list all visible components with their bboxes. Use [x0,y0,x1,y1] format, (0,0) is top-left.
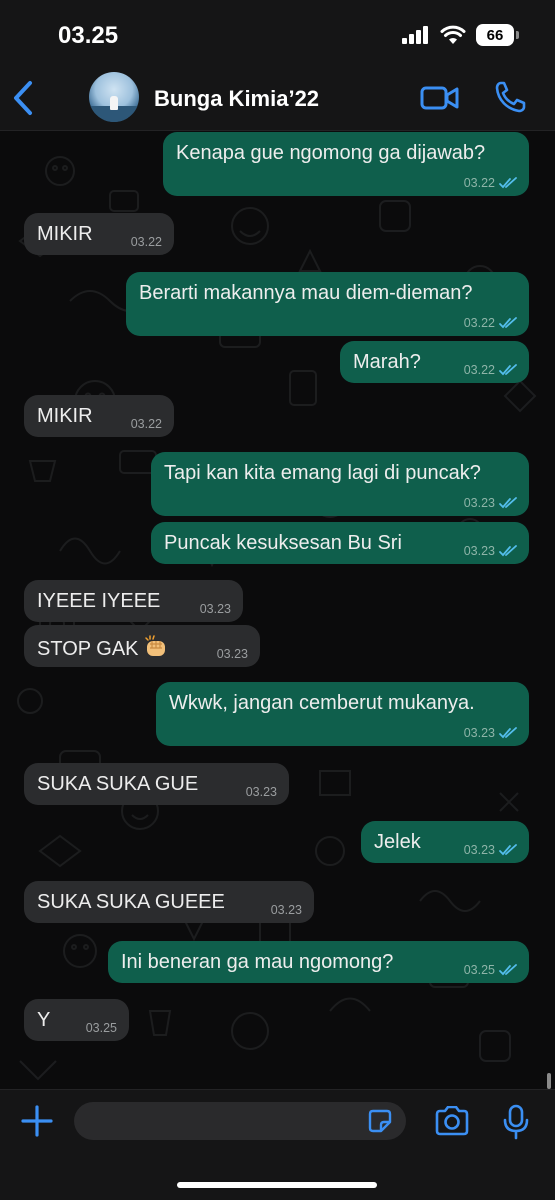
message-time: 03.23 [463,544,495,558]
message-meta: 03.22 [131,417,162,431]
message-time: 03.22 [463,363,495,377]
fist-icon [144,635,165,656]
message-text: Puncak kesuksesan Bu Sri [164,532,402,554]
message-meta: 03.23 [217,647,248,661]
outgoing-message[interactable]: Puncak kesuksesan Bu Sri 03.23 [151,522,529,564]
message-text: Tapi kan kita emang lagi di puncak? [164,462,481,484]
message-meta: 03.23 [246,785,277,799]
message-meta: 03.23 [464,726,517,740]
contact-avatar[interactable] [89,72,139,122]
video-call-icon[interactable] [420,84,460,112]
incoming-message[interactable]: MIKIR 03.22 [24,395,174,437]
back-chevron-icon[interactable] [10,78,36,118]
incoming-message[interactable]: Y 03.25 [24,999,129,1041]
message-time: 03.23 [216,647,248,661]
wifi-icon [440,25,466,44]
camera-icon[interactable] [434,1106,470,1136]
message-time: 03.22 [463,316,495,330]
message-meta: 03.22 [464,176,517,190]
message-time: 03.23 [463,843,495,857]
status-bar: 03.25 66 [0,0,555,66]
message-time: 03.23 [245,785,277,799]
signal-icon [402,26,428,44]
message-text: Y [37,1009,51,1031]
message-meta: 03.23 [271,903,302,917]
incoming-message[interactable]: MIKIR 03.22 [24,213,174,255]
read-ticks-icon [499,364,517,376]
message-meta: 03.23 [464,496,517,510]
message-text: STOP GAK [37,635,168,661]
outgoing-message[interactable]: Kenapa gue ngomong ga dijawab? 03.22 [163,132,529,196]
message-time: 03.23 [463,496,495,510]
battery-tip [516,31,519,39]
message-text: Berarti makannya mau diem-dieman? [139,282,473,304]
outgoing-message[interactable]: Tapi kan kita emang lagi di puncak? 03.23 [151,452,529,516]
message-time: 03.23 [270,903,302,917]
message-meta: 03.22 [464,316,517,330]
message-text: Kenapa gue ngomong ga dijawab? [176,142,486,164]
incoming-message[interactable]: IYEEE IYEEE 03.23 [24,580,243,622]
message-meta: 03.23 [200,602,231,616]
message-list[interactable]: Kenapa gue ngomong ga dijawab? 03.22 MIKIR… [0,131,555,1089]
message-input[interactable] [74,1102,406,1140]
message-meta: 03.23 [464,843,517,857]
contact-name[interactable]: Bunga Kimia’22 [154,86,319,112]
scroll-indicator[interactable] [547,1073,551,1089]
message-time: 03.22 [463,176,495,190]
incoming-message[interactable]: SUKA SUKA GUE 03.23 [24,763,289,805]
read-ticks-icon [499,497,517,509]
composer-bar [0,1089,555,1200]
read-ticks-icon [499,177,517,189]
outgoing-message[interactable]: Ini beneran ga mau ngomong? 03.25 [108,941,529,983]
message-time: 03.22 [130,235,162,249]
sticker-icon[interactable] [368,1109,392,1133]
status-icons: 66 [402,24,519,46]
message-text: MIKIR [37,405,93,427]
status-time: 03.25 [58,22,119,49]
phone-call-icon[interactable] [494,80,526,114]
outgoing-message[interactable]: Marah? 03.22 [340,341,529,383]
read-ticks-icon [499,964,517,976]
incoming-message[interactable]: STOP GAK 03.23 [24,625,260,667]
message-time: 03.25 [463,963,495,977]
read-ticks-icon [499,844,517,856]
outgoing-message[interactable]: Berarti makannya mau diem-dieman? 03.22 [126,272,529,336]
incoming-message[interactable]: SUKA SUKA GUEEE 03.23 [24,881,314,923]
message-meta: 03.22 [131,235,162,249]
home-indicator[interactable] [177,1182,377,1188]
message-text: Wkwk, jangan cemberut mukanya. [169,692,475,714]
battery-icon: 66 [476,24,514,46]
message-text: SUKA SUKA GUEEE [37,891,225,913]
message-time: 03.25 [85,1021,117,1035]
message-text: MIKIR [37,223,93,245]
plus-icon[interactable] [20,1104,54,1138]
message-text: Marah? [353,351,421,373]
read-ticks-icon [499,317,517,329]
message-meta: 03.22 [464,363,517,377]
chat-screen: 03.25 66 Bunga Kimia’22 Kenapa gue ngomo… [0,0,555,1200]
battery-level: 66 [486,26,504,44]
outgoing-message[interactable]: Wkwk, jangan cemberut mukanya. 03.23 [156,682,529,746]
message-text: SUKA SUKA GUE [37,773,199,795]
message-text: Ini beneran ga mau ngomong? [121,951,394,973]
message-meta: 03.23 [464,544,517,558]
outgoing-message[interactable]: Jelek 03.23 [361,821,529,863]
message-meta: 03.25 [464,963,517,977]
microphone-icon[interactable] [503,1104,529,1140]
read-ticks-icon [499,545,517,557]
message-text: Jelek [374,831,421,853]
message-time: 03.23 [199,602,231,616]
chat-header: Bunga Kimia’22 [0,66,555,131]
message-text: IYEEE IYEEE [37,590,161,612]
message-time: 03.22 [130,417,162,431]
message-meta: 03.25 [86,1021,117,1035]
read-ticks-icon [499,727,517,739]
message-time: 03.23 [463,726,495,740]
